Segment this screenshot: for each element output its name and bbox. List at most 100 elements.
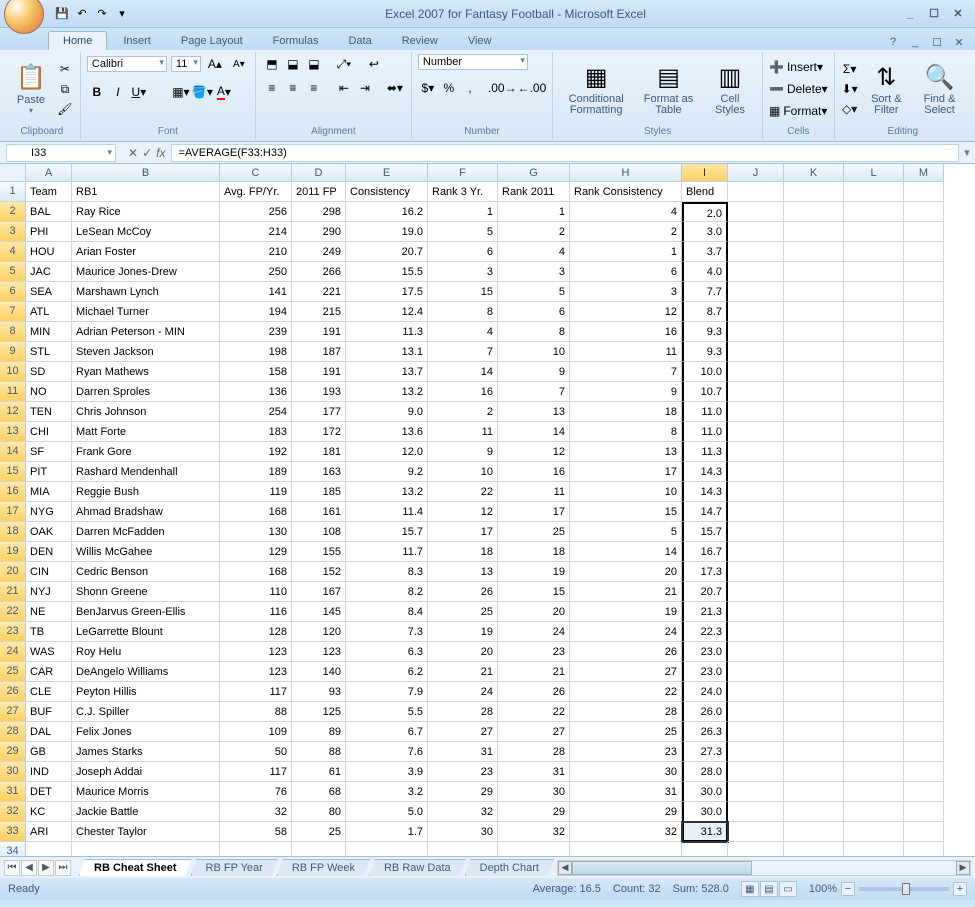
cell[interactable]: 29 [428,782,498,802]
col-header-J[interactable]: J [728,164,784,182]
cell[interactable]: 116 [220,602,292,622]
cell[interactable]: 26 [498,682,570,702]
cell[interactable] [844,842,904,856]
shrink-font-icon[interactable]: A▾ [229,54,249,74]
cell[interactable]: Rashard Mendenhall [72,462,220,482]
cell[interactable] [844,762,904,782]
cell[interactable]: Willis McGahee [72,542,220,562]
cell[interactable] [72,842,220,856]
cell[interactable]: 12.0 [346,442,428,462]
cell[interactable]: 6.3 [346,642,428,662]
cell[interactable]: 22.3 [682,622,728,642]
cell[interactable]: 31 [498,762,570,782]
align-bottom-icon[interactable]: ⬓ [304,54,324,74]
cell[interactable]: NO [26,382,72,402]
cell[interactable]: 26.0 [682,702,728,722]
cell[interactable] [844,322,904,342]
cell[interactable]: Chester Taylor [72,822,220,842]
cell[interactable] [904,762,944,782]
cell[interactable]: DAL [26,722,72,742]
row-header-13[interactable]: 13 [0,422,26,442]
cell[interactable]: 9.2 [346,462,428,482]
comma-button[interactable]: , [460,78,480,98]
cell[interactable]: Peyton Hillis [72,682,220,702]
cell[interactable]: 32 [570,822,682,842]
cell[interactable]: 4 [428,322,498,342]
qat-customize-icon[interactable]: ▾ [114,6,130,22]
cell[interactable]: 8.2 [346,582,428,602]
cell[interactable]: 11.0 [682,402,728,422]
cell[interactable] [904,822,944,842]
undo-icon[interactable]: ↶ [74,6,90,22]
cell[interactable]: BAL [26,202,72,222]
cell[interactable] [784,642,844,662]
cell[interactable] [26,842,72,856]
hscroll-thumb[interactable] [572,861,752,875]
cell[interactable]: CAR [26,662,72,682]
cell[interactable] [784,602,844,622]
cell[interactable]: 11.7 [346,542,428,562]
cell[interactable]: 24.0 [682,682,728,702]
prev-sheet-icon[interactable]: ◀ [21,860,37,876]
cell[interactable]: 18 [428,542,498,562]
cell[interactable]: 32 [498,822,570,842]
cell[interactable]: 256 [220,202,292,222]
cell[interactable]: 7 [570,362,682,382]
cell[interactable] [784,362,844,382]
cell[interactable]: 24 [498,622,570,642]
cell[interactable] [784,182,844,202]
percent-button[interactable]: % [439,78,459,98]
cell[interactable]: 167 [292,582,346,602]
cell[interactable]: 145 [292,602,346,622]
cell[interactable]: 26.3 [682,722,728,742]
cell[interactable]: 13 [570,442,682,462]
select-all-button[interactable] [0,164,26,182]
align-middle-icon[interactable]: ⬓ [283,54,303,74]
cell[interactable]: SEA [26,282,72,302]
row-header-29[interactable]: 29 [0,742,26,762]
cell[interactable]: RB1 [72,182,220,202]
cell[interactable]: 3 [498,262,570,282]
cell[interactable] [904,182,944,202]
cell[interactable]: 14 [498,422,570,442]
cell[interactable] [904,582,944,602]
name-box[interactable]: I33 [6,144,116,162]
cell[interactable]: 20.7 [346,242,428,262]
font-color-button[interactable]: A▾ [214,82,234,102]
close-button[interactable]: ✕ [949,6,967,22]
cell[interactable]: 183 [220,422,292,442]
cell[interactable] [904,262,944,282]
cell[interactable] [904,422,944,442]
align-top-icon[interactable]: ⬒ [262,54,282,74]
bold-button[interactable]: B [87,82,107,102]
cell[interactable] [904,402,944,422]
cell[interactable]: 28 [570,702,682,722]
cell[interactable]: Darren Sproles [72,382,220,402]
cell[interactable] [904,642,944,662]
find-select-button[interactable]: 🔍Find & Select [914,54,965,124]
cell[interactable]: 298 [292,202,346,222]
cell[interactable]: 68 [292,782,346,802]
cell[interactable] [728,482,784,502]
cell[interactable] [904,442,944,462]
cell[interactable]: 10 [570,482,682,502]
cell[interactable] [904,362,944,382]
cell[interactable]: Rank 3 Yr. [428,182,498,202]
italic-button[interactable]: I [108,82,128,102]
cell[interactable]: 22 [428,482,498,502]
sheet-tab-rb-fp-week[interactable]: RB FP Week [277,859,370,876]
cell[interactable]: 28 [428,702,498,722]
cell[interactable] [728,202,784,222]
cell[interactable] [904,722,944,742]
cell[interactable]: 3 [428,262,498,282]
cell[interactable] [844,202,904,222]
cell[interactable] [844,222,904,242]
paste-button[interactable]: 📋 Paste ▾ [10,54,52,124]
cell[interactable] [784,662,844,682]
cell[interactable]: 6 [570,262,682,282]
cell[interactable]: 7 [498,382,570,402]
save-icon[interactable]: 💾 [54,6,70,22]
cell[interactable]: SF [26,442,72,462]
cell[interactable]: 128 [220,622,292,642]
cell[interactable] [728,662,784,682]
